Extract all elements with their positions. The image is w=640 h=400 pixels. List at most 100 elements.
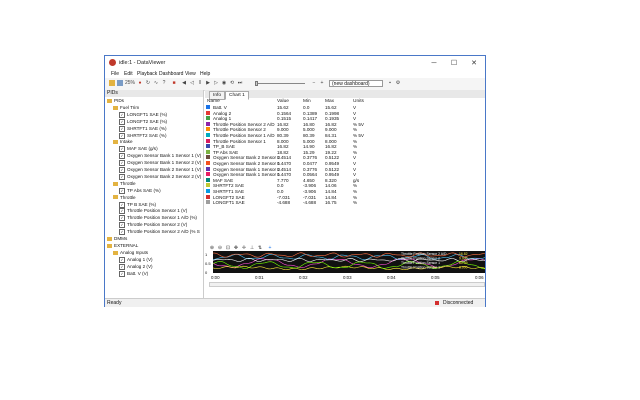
col-max-header[interactable]: Max <box>325 99 334 104</box>
menu-file[interactable]: File <box>111 71 119 77</box>
record-mode-icon[interactable]: ◉ <box>221 80 227 86</box>
status-text: Ready <box>107 300 122 306</box>
zoom-in-button[interactable]: + <box>319 80 325 86</box>
y-tick-label: 1 <box>205 252 208 257</box>
chart-area[interactable]: Throttle Position Sensor 2 A/D 16.82 Throt… <box>212 251 486 273</box>
col-units-header[interactable]: Units <box>353 99 364 104</box>
dashboard-save-icon[interactable]: ▪ <box>387 80 393 86</box>
menu-edit[interactable]: Edit <box>124 71 133 77</box>
tree-item-label: Analog 1 (V) <box>127 256 153 262</box>
tree-pid-item[interactable]: ✓ SHRTFT1 SAE (%) <box>119 125 166 132</box>
end-icon[interactable]: ⏭ <box>237 80 243 86</box>
col-value-header[interactable]: Value <box>277 99 289 104</box>
tab-strip: Info Chart 1 <box>205 90 485 100</box>
refresh-icon[interactable]: ↻ <box>145 80 151 86</box>
tree-pid-item[interactable]: ✓ Throttle Position Sensor 1 A/D (%) <box>119 215 197 222</box>
checkbox-icon[interactable]: ✓ <box>119 222 125 229</box>
tree-item-label: MAF SAE (g/s) <box>127 146 158 152</box>
tree-pid-item[interactable]: ✓ Oxygen Sensor Bank 1 Sensor 1 (V) <box>119 153 201 160</box>
status-bar: Ready Disconnected <box>105 298 485 307</box>
menu-dashboard[interactable]: Dashboard <box>159 71 183 77</box>
step-forward-icon[interactable]: ▷ <box>213 80 219 86</box>
loop-icon[interactable]: ⟲ <box>229 80 235 86</box>
menu-playback[interactable]: Playback <box>137 71 157 77</box>
folder-icon <box>107 98 112 103</box>
zoom-out-button[interactable]: − <box>311 80 317 86</box>
menu-help[interactable]: Help <box>200 71 210 77</box>
tree-folder[interactable]: Throttle <box>113 195 136 201</box>
tree-pid-item[interactable]: ✓ Analog 2 (V) <box>119 263 153 270</box>
checkbox-icon[interactable]: ✓ <box>119 132 125 139</box>
tree-pid-item[interactable]: ✓ Oxygen Sensor Bank 1 Sensor 2 (V) <box>119 160 201 167</box>
tree-pid-item[interactable]: ✓ LONGFT1 SAE (%) <box>119 111 167 118</box>
tree-pid-item[interactable]: ✓ Analog 1 (V) <box>119 256 153 263</box>
checkbox-icon[interactable]: ✓ <box>119 118 125 125</box>
checkbox-icon[interactable]: ✓ <box>119 208 125 215</box>
tree-pid-item[interactable]: ✓ Oxygen Sensor Bank 2 Sensor 2 (V) <box>119 173 202 180</box>
graph-icon[interactable]: ∿ <box>153 80 159 86</box>
checkbox-icon[interactable]: ✓ <box>119 215 125 222</box>
tree-pid-item[interactable]: ✓ Throttle Position Sensor 2 (V) <box>119 222 187 229</box>
step-back-icon[interactable]: ◁ <box>189 80 195 86</box>
tree-folder[interactable]: Fuel Trim <box>113 105 139 111</box>
checkbox-icon[interactable]: ✓ <box>119 270 125 277</box>
checkbox-icon[interactable]: ✓ <box>119 256 125 263</box>
col-name-header[interactable]: Name <box>207 99 220 104</box>
title-bar[interactable]: idle:1 - DataViewer ─ ☐ ✕ <box>105 56 485 70</box>
checkbox-icon[interactable]: ✓ <box>119 187 125 194</box>
checkbox-icon[interactable]: ✓ <box>119 167 125 173</box>
checkbox-icon[interactable]: ✓ <box>119 201 125 208</box>
record-icon[interactable]: ● <box>137 80 143 86</box>
checkbox-icon[interactable]: ✓ <box>119 111 125 118</box>
tree-pid-item[interactable]: ✓ LONGFT2 SAE (%) <box>119 118 167 125</box>
checkbox-icon[interactable]: ✓ <box>119 160 125 167</box>
tree-pid-item[interactable]: ✓ Batt. V (V) <box>119 270 148 277</box>
pause-icon[interactable]: ‖ <box>197 80 203 86</box>
save-icon[interactable] <box>117 80 123 86</box>
series-color-swatch <box>206 133 210 137</box>
checkbox-icon[interactable]: ✓ <box>119 263 125 270</box>
dashboard-settings-icon[interactable]: ⚙ <box>395 80 401 86</box>
tree-folder[interactable]: PIDs <box>107 98 124 104</box>
pid-table-row[interactable]: LONGFT1 SAE -4.688 -4.688 16.75% <box>205 200 485 206</box>
tree-pid-item[interactable]: ✓ SHRTFT2 SAE (%) <box>119 132 167 139</box>
playback-slider-knob[interactable] <box>255 81 258 86</box>
play-icon[interactable]: ▶ <box>205 80 211 86</box>
playback-slider-track[interactable] <box>255 83 305 84</box>
tree-pid-item[interactable]: ✓ TP Abs SAE (%) <box>119 187 161 194</box>
tree-pid-item[interactable]: ✓ Oxygen Sensor Bank 2 Sensor 1 (V) <box>119 167 201 173</box>
menu-view[interactable]: View <box>185 71 196 77</box>
connection-status-icon <box>435 301 439 305</box>
tree-item-label: SHRTFT2 SAE (%) <box>127 132 167 138</box>
rewind-icon[interactable]: ◀ <box>181 80 187 86</box>
tree-pid-item[interactable]: ✓ Throttle Position Sensor 1 (V) <box>119 208 187 215</box>
minimize-button[interactable]: ─ <box>425 57 443 69</box>
close-button[interactable]: ✕ <box>465 57 483 69</box>
tree-pid-item[interactable]: ✓ MAF SAE (g/s) <box>119 146 158 153</box>
tree-item-label: Oxygen Sensor Bank 2 Sensor 2 (V) <box>127 174 202 180</box>
checkbox-icon[interactable]: ✓ <box>119 173 125 180</box>
chart-horizontal-scrollbar[interactable] <box>209 282 485 287</box>
tree-pid-item[interactable]: ✓ TP B SAE (%) <box>119 201 156 208</box>
tree-folder[interactable]: EXTERNAL <box>107 243 138 249</box>
help-icon[interactable]: ? <box>161 80 167 86</box>
series-color-swatch <box>206 194 210 199</box>
tree-folder[interactable]: DMMs <box>107 236 127 242</box>
tree-folder[interactable]: Analog Inputs <box>113 250 148 256</box>
tree-folder[interactable]: Throttle <box>113 181 136 187</box>
open-icon[interactable] <box>109 80 115 86</box>
maximize-button[interactable]: ☐ <box>445 57 463 69</box>
x-tick-label: 0:01 <box>255 275 264 280</box>
dashboard-select[interactable]: (new dashboard) <box>329 80 383 87</box>
checkbox-icon[interactable]: ✓ <box>119 153 125 160</box>
tree-pid-item[interactable]: ✓ Throttle Position Sensor 2 A/D (% S <box>119 229 200 236</box>
cell-name: LONGFT1 SAE <box>213 200 245 206</box>
tree-folder[interactable]: Intake <box>113 139 133 145</box>
checkbox-icon[interactable]: ✓ <box>119 125 125 132</box>
folder-icon <box>113 250 118 255</box>
checkbox-icon[interactable]: ✓ <box>119 229 125 236</box>
checkbox-icon[interactable]: ✓ <box>119 146 125 153</box>
col-min-header[interactable]: Min <box>303 99 311 104</box>
tree-item-label: Analog Inputs <box>120 249 149 255</box>
stop-icon[interactable]: ■ <box>171 80 177 86</box>
